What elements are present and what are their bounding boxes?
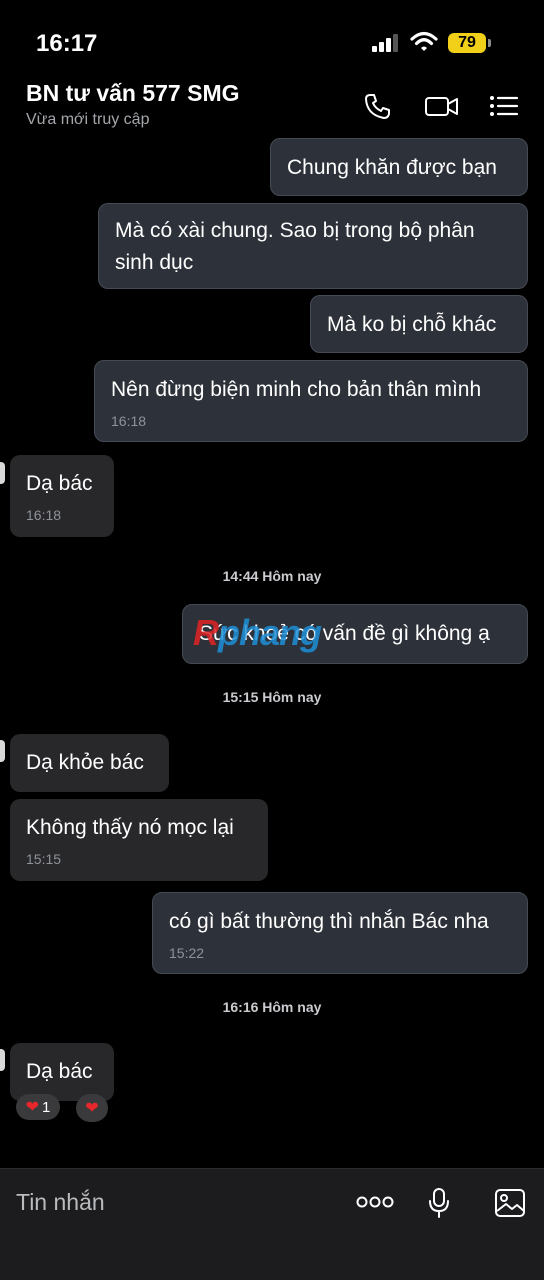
add-reaction-button[interactable]: ❤ xyxy=(76,1094,108,1122)
message-text: có gì bất thường thì nhắn Bác nha xyxy=(169,910,489,933)
status-time: 16:17 xyxy=(36,30,98,57)
heart-icon: ❤ xyxy=(85,1100,99,1117)
battery-indicator: 79 xyxy=(448,33,486,53)
message-outgoing[interactable]: Mà có xài chung. Sao bị trong bộ phân si… xyxy=(98,203,528,289)
message-time: 16:18 xyxy=(26,507,62,523)
message-time: 15:22 xyxy=(169,945,205,961)
message-incoming[interactable]: Dạ khỏe bác xyxy=(10,734,169,792)
cellular-signal-icon xyxy=(372,34,402,52)
date-separator: 16:16 Hôm nay xyxy=(222,999,322,1015)
menu-list-icon[interactable] xyxy=(488,90,520,122)
message-outgoing[interactable]: Nên đừng biện minh cho bản thân mình 16:… xyxy=(94,360,528,442)
message-text: Mà ko bị chỗ khác xyxy=(327,313,497,336)
message-outgoing[interactable]: Chung khăn được bạn xyxy=(270,138,528,196)
message-incoming[interactable]: Dạ bác 16:18 xyxy=(10,455,114,537)
message-text: Sức khoẻ có vấn đề gì không ạ xyxy=(199,622,490,645)
image-icon[interactable] xyxy=(494,1187,526,1224)
message-outgoing[interactable]: Mà ko bị chỗ khác xyxy=(310,295,528,353)
message-text: Dạ khỏe bác xyxy=(26,751,144,774)
message-outgoing[interactable]: Sức khoẻ có vấn đề gì không ạ xyxy=(182,604,528,664)
message-outgoing[interactable]: có gì bất thường thì nhắn Bác nha 15:22 xyxy=(152,892,528,974)
reaction-summary[interactable]: ❤ 1 xyxy=(16,1094,60,1120)
message-time: 16:18 xyxy=(111,413,147,429)
microphone-icon[interactable] xyxy=(428,1187,450,1224)
chat-title[interactable]: BN tư vấn 577 SMG xyxy=(26,80,240,107)
avatar[interactable] xyxy=(0,1049,5,1071)
message-time: 15:15 xyxy=(26,851,62,867)
date-separator: 14:44 Hôm nay xyxy=(222,568,322,584)
message-input-bar: Tin nhắn xyxy=(0,1168,544,1280)
message-text: Không thấy nó mọc lại xyxy=(26,816,234,839)
message-text: Mà có xài chung. Sao bị trong bộ phân si… xyxy=(115,219,475,274)
message-text: Nên đừng biện minh cho bản thân mình xyxy=(111,378,482,401)
phone-icon[interactable] xyxy=(362,90,394,122)
message-text: Dạ bác xyxy=(26,1060,93,1083)
wifi-icon xyxy=(410,30,438,59)
chat-header: BN tư vấn 577 SMG Vừa mới truy cập xyxy=(0,76,544,136)
date-separator: 15:15 Hôm nay xyxy=(222,689,322,705)
message-incoming[interactable]: Dạ bác xyxy=(10,1043,114,1101)
avatar[interactable] xyxy=(0,462,5,484)
heart-icon: ❤ xyxy=(25,1099,40,1116)
message-text: Chung khăn được bạn xyxy=(287,156,497,179)
more-dots-icon[interactable] xyxy=(356,1195,394,1214)
status-bar: 16:17 79 xyxy=(0,0,544,80)
battery-tip xyxy=(488,39,491,47)
chat-status: Vừa mới truy cập xyxy=(26,111,150,128)
reaction-count: 1 xyxy=(42,1098,51,1116)
message-incoming[interactable]: Không thấy nó mọc lại 15:15 xyxy=(10,799,268,881)
video-call-icon[interactable] xyxy=(424,90,460,122)
message-input[interactable]: Tin nhắn xyxy=(16,1189,105,1216)
message-text: Dạ bác xyxy=(26,472,93,495)
avatar[interactable] xyxy=(0,740,5,762)
